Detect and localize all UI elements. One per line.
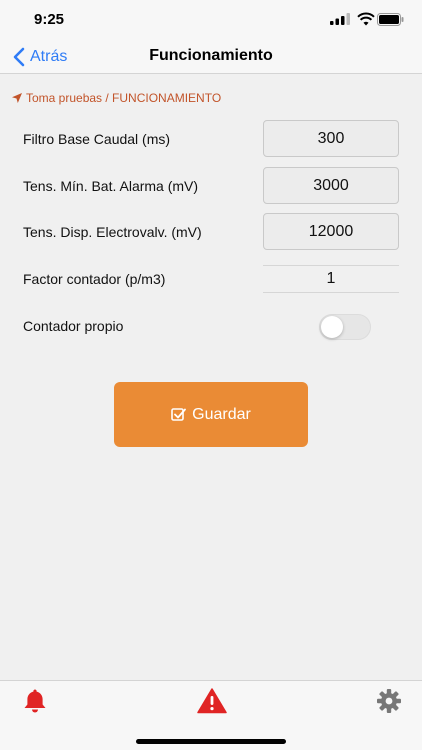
tab-settings[interactable] bbox=[374, 688, 404, 714]
location-arrow-icon bbox=[12, 93, 22, 103]
breadcrumb-text: Toma pruebas / FUNCIONAMIENTO bbox=[26, 91, 222, 105]
form-row-contador-propio: Contador propio bbox=[0, 307, 422, 345]
form-row-factor-contador: Factor contador (p/m3) 1 bbox=[0, 265, 422, 303]
battery-icon bbox=[377, 13, 404, 26]
form-row-filtro-base: Filtro Base Caudal (ms) 300 bbox=[0, 120, 422, 158]
field-label: Contador propio bbox=[23, 318, 124, 334]
tens-disp-electrovalv-input[interactable]: 12000 bbox=[263, 213, 399, 250]
tens-min-bat-alarma-input[interactable]: 3000 bbox=[263, 167, 399, 204]
save-button[interactable]: Guardar bbox=[114, 382, 308, 447]
field-label: Tens. Disp. Electrovalv. (mV) bbox=[23, 224, 202, 240]
home-indicator[interactable] bbox=[136, 739, 286, 744]
form-row-tens-min-bat: Tens. Mín. Bat. Alarma (mV) 3000 bbox=[0, 167, 422, 205]
breadcrumb: Toma pruebas / FUNCIONAMIENTO bbox=[12, 91, 221, 105]
toggle-knob bbox=[321, 316, 343, 338]
tab-alerts[interactable] bbox=[197, 688, 227, 714]
field-label: Factor contador (p/m3) bbox=[23, 271, 166, 287]
nav-bar: Atrás Funcionamiento bbox=[0, 40, 422, 74]
alert-triangle-icon bbox=[197, 688, 227, 714]
page-title: Funcionamiento bbox=[149, 47, 273, 64]
status-bar: 9:25 bbox=[0, 0, 422, 40]
check-square-icon bbox=[171, 408, 187, 421]
tab-notifications[interactable] bbox=[20, 688, 50, 714]
status-time: 9:25 bbox=[34, 11, 65, 28]
bell-icon bbox=[24, 689, 46, 713]
filtro-base-caudal-input[interactable]: 300 bbox=[263, 120, 399, 157]
factor-contador-input[interactable]: 1 bbox=[263, 265, 399, 293]
gear-icon bbox=[377, 689, 401, 713]
contador-propio-toggle[interactable] bbox=[319, 314, 371, 340]
wifi-icon bbox=[357, 12, 375, 26]
field-label: Filtro Base Caudal (ms) bbox=[23, 131, 171, 147]
signal-icon bbox=[330, 13, 350, 25]
save-label: Guardar bbox=[192, 405, 251, 423]
form-row-tens-disp: Tens. Disp. Electrovalv. (mV) 12000 bbox=[0, 213, 422, 251]
field-label: Tens. Mín. Bat. Alarma (mV) bbox=[23, 178, 199, 194]
